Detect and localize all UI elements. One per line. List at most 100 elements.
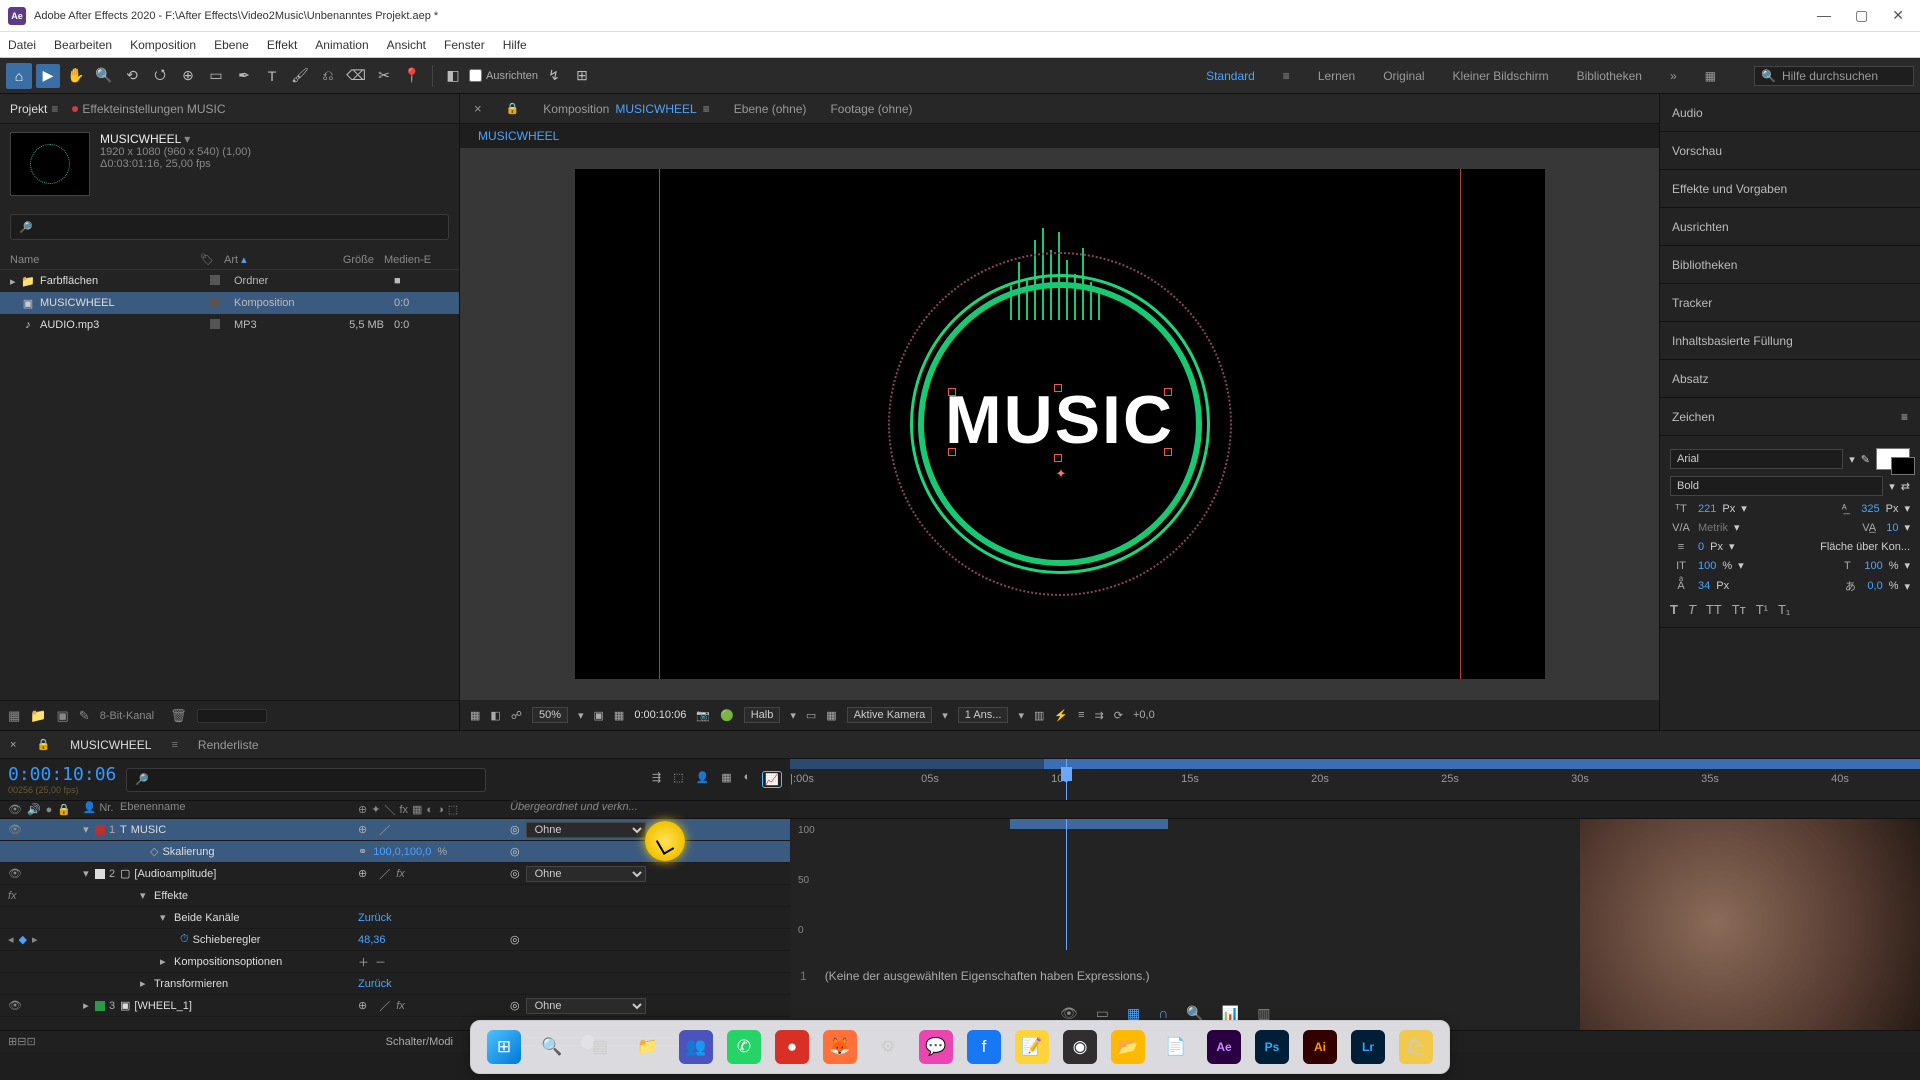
expression-editor[interactable]: 1(Keine der ausgewählten Eigenschaften h…	[800, 969, 1150, 983]
options-icon[interactable]: ◧	[441, 64, 465, 88]
exposure-value[interactable]: +0,0	[1133, 709, 1155, 721]
timeline-tab-menu-icon[interactable]: ≡	[171, 739, 177, 751]
adjust-icon[interactable]: ✎	[79, 708, 90, 724]
tsume-caret[interactable]: ▾	[1904, 580, 1910, 593]
menu-ebene[interactable]: Ebene	[214, 38, 249, 52]
taskbar-teams[interactable]: 👥	[679, 1030, 713, 1064]
zoom-dropdown[interactable]: 50%	[532, 707, 568, 723]
pickwhip-icon[interactable]: ◎	[510, 845, 520, 858]
brush-tool[interactable]: 🖌	[288, 64, 312, 88]
project-row-farbflaechen[interactable]: ▸ 📁 Farbflächen Ordner ■	[0, 270, 459, 292]
group-row-kompopt[interactable]: ▸Kompositionsoptionen ＋－	[0, 951, 790, 973]
timeline-tab-render[interactable]: Renderliste	[198, 738, 259, 752]
remove-icon[interactable]: －	[375, 954, 386, 970]
layer-row-wheel1[interactable]: 👁 ▸3 ▣[WHEEL_1] ⊕／fx ◎Ohne	[0, 995, 790, 1017]
taskbar-start[interactable]: ⊞	[487, 1030, 521, 1064]
tsume-value[interactable]: 0,0	[1867, 580, 1882, 592]
res-caret[interactable]: ▾	[790, 709, 796, 722]
col-type[interactable]: Art	[224, 254, 238, 266]
menu-ansicht[interactable]: Ansicht	[387, 38, 426, 52]
parent-dropdown[interactable]: Ohne	[526, 998, 646, 1014]
taskbar-firefox[interactable]: 🦊	[823, 1030, 857, 1064]
menu-komposition[interactable]: Komposition	[130, 38, 196, 52]
current-timecode[interactable]: 0:00:10:06	[8, 764, 116, 785]
italic-button[interactable]: T	[1688, 602, 1696, 617]
bit-depth[interactable]: 8-Bit-Kanal	[100, 710, 154, 722]
current-time-indicator[interactable]	[1066, 759, 1067, 800]
views-caret[interactable]: ▾	[1018, 709, 1024, 722]
eye-icon[interactable]: 👁	[8, 867, 22, 880]
panel-audio[interactable]: Audio	[1660, 94, 1920, 132]
graph-editor-button[interactable]: 📈	[762, 771, 782, 788]
workspace-klein[interactable]: Kleiner Bildschirm	[1453, 69, 1549, 83]
font-caret[interactable]: ▾	[1849, 453, 1855, 466]
tracking-caret[interactable]: ▾	[1904, 521, 1910, 534]
pickwhip-icon[interactable]: ◎	[510, 933, 520, 946]
flowchart-icon[interactable]: ▾	[184, 132, 190, 146]
layer-expand-icon[interactable]: ▾	[81, 867, 91, 880]
subscript-button[interactable]: T₁	[1778, 602, 1790, 617]
timeline-lock-icon[interactable]: 🔒	[36, 738, 50, 751]
weight-caret[interactable]: ▾	[1889, 480, 1895, 493]
panel-libraries[interactable]: Bibliotheken	[1660, 246, 1920, 284]
comp-tab-close[interactable]: ×	[474, 101, 482, 116]
taskbar-facebook[interactable]: f	[967, 1030, 1001, 1064]
superscript-button[interactable]: T¹	[1756, 602, 1768, 617]
pen-tool[interactable]: ✒	[232, 64, 256, 88]
taskbar-taskview[interactable]: ▤	[583, 1030, 617, 1064]
expand-icon[interactable]: ▾	[160, 911, 170, 924]
col-media[interactable]: Medien-E	[374, 254, 449, 266]
parent-dropdown[interactable]: Ohne	[526, 822, 646, 838]
hand-tool[interactable]: ✋	[64, 64, 88, 88]
sort-arrow-icon[interactable]: ▴	[241, 254, 247, 266]
project-row-audio[interactable]: ♪ AUDIO.mp3 MP3 5,5 MB 0:0	[0, 314, 459, 336]
auto-open-icon[interactable]: ⊞	[570, 64, 594, 88]
comp-tab-lock[interactable]: 🔒	[506, 102, 520, 115]
font-weight-dropdown[interactable]: Bold	[1670, 476, 1883, 496]
anchor-icon[interactable]: ✦	[1056, 466, 1067, 482]
stroke-caret[interactable]: ▾	[1729, 540, 1735, 553]
menu-datei[interactable]: Datei	[8, 38, 36, 52]
layer-name[interactable]: MUSIC	[131, 824, 166, 836]
workspace-original[interactable]: Original	[1383, 69, 1424, 83]
frame-blend-icon[interactable]: ▦	[721, 771, 731, 788]
reset-link[interactable]: Zurück	[358, 978, 392, 990]
parent-dropdown[interactable]: Ohne	[526, 866, 646, 882]
stopwatch-active-icon[interactable]: ⏱	[180, 933, 189, 946]
fill-stroke-swatch[interactable]	[1876, 448, 1910, 470]
eye-icon[interactable]: 👁	[8, 999, 22, 1012]
switches-modes-label[interactable]: Schalter/Modi	[386, 1036, 453, 1048]
taskbar-explorer[interactable]: 📁	[631, 1030, 665, 1064]
draft3d-icon[interactable]: ⬚	[673, 771, 683, 788]
alpha-icon[interactable]: ▦	[470, 709, 480, 722]
eye-icon[interactable]: 👁	[8, 823, 22, 836]
bold-button[interactable]: T	[1670, 602, 1678, 617]
label-swatch[interactable]	[95, 869, 105, 879]
shy-col-icon[interactable]: 👤	[83, 802, 97, 814]
cam-caret[interactable]: ▾	[942, 709, 948, 722]
fx-badge-icon[interactable]: fx	[8, 890, 17, 902]
hscale-caret[interactable]: ▾	[1904, 559, 1910, 572]
vscale-caret[interactable]: ▾	[1738, 559, 1744, 572]
stroke-width-value[interactable]: 0	[1698, 541, 1704, 553]
tab-effect-controls[interactable]: Effekteinstellungen MUSIC	[72, 102, 225, 116]
group-row-transform[interactable]: ▸Transformieren Zurück	[0, 973, 790, 995]
layer-expand-icon[interactable]: ▾	[81, 823, 91, 836]
project-search[interactable]: 🔎	[10, 214, 449, 240]
vscale-value[interactable]: 100	[1698, 560, 1716, 572]
col-tag-icon[interactable]: 🏷	[200, 253, 224, 266]
help-search[interactable]: 🔍 Hilfe durchsuchen	[1754, 66, 1914, 86]
res-auto-icon[interactable]: ▣	[594, 709, 604, 722]
graph-cti[interactable]	[1066, 819, 1067, 950]
tab-project[interactable]: Projekt≡	[10, 102, 58, 116]
workspace-bibl[interactable]: Bibliotheken	[1577, 69, 1642, 83]
snapshot-icon[interactable]: 📷	[696, 709, 710, 722]
effect-row-beide[interactable]: ▾Beide Kanäle Zurück	[0, 907, 790, 929]
taskbar-search[interactable]: 🔍	[535, 1030, 569, 1064]
taskbar-lightroom[interactable]: Lr	[1351, 1030, 1385, 1064]
panel-menu-icon[interactable]: ≡	[1901, 410, 1908, 424]
toggle-inout-icon[interactable]: ⊡	[26, 1035, 35, 1048]
eyedropper-icon[interactable]: ✎	[1861, 453, 1870, 466]
lock-header-icon[interactable]: 🔒	[57, 803, 71, 816]
views-dropdown[interactable]: 1 Ans...	[958, 707, 1009, 723]
